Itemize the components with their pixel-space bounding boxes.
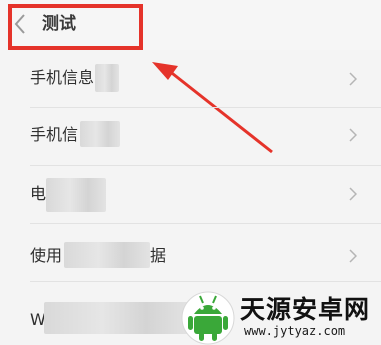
watermark-name: 天源安卓网 — [240, 295, 371, 324]
chevron-right-icon — [349, 187, 357, 201]
chevron-right-icon — [349, 72, 357, 86]
list-item[interactable]: 手机信息 — [0, 50, 381, 108]
list-item[interactable]: 手机信 — [0, 108, 381, 166]
list-item-label: 手机信 — [30, 125, 79, 144]
redacted-blur — [64, 242, 150, 268]
list-item-label-suffix: 据 — [150, 246, 167, 265]
redacted-blur — [80, 121, 120, 147]
site-watermark: 天源安卓网 www.jytyaz.com — [180, 288, 381, 345]
list-item[interactable]: 使用 据 — [0, 224, 381, 282]
list-item-label: 手机信息 — [30, 68, 95, 87]
redacted-blur — [95, 64, 119, 92]
watermark-url: www.jytyaz.com — [244, 324, 346, 338]
chevron-right-icon — [349, 249, 357, 263]
list-item-label: 使用 — [30, 246, 63, 265]
list-item-label: 电 — [30, 184, 47, 203]
list-item[interactable]: 电 — [0, 166, 381, 224]
android-logo-icon — [181, 291, 235, 345]
redacted-blur — [46, 178, 106, 212]
chevron-right-icon — [349, 128, 357, 142]
redacted-blur — [44, 302, 190, 334]
